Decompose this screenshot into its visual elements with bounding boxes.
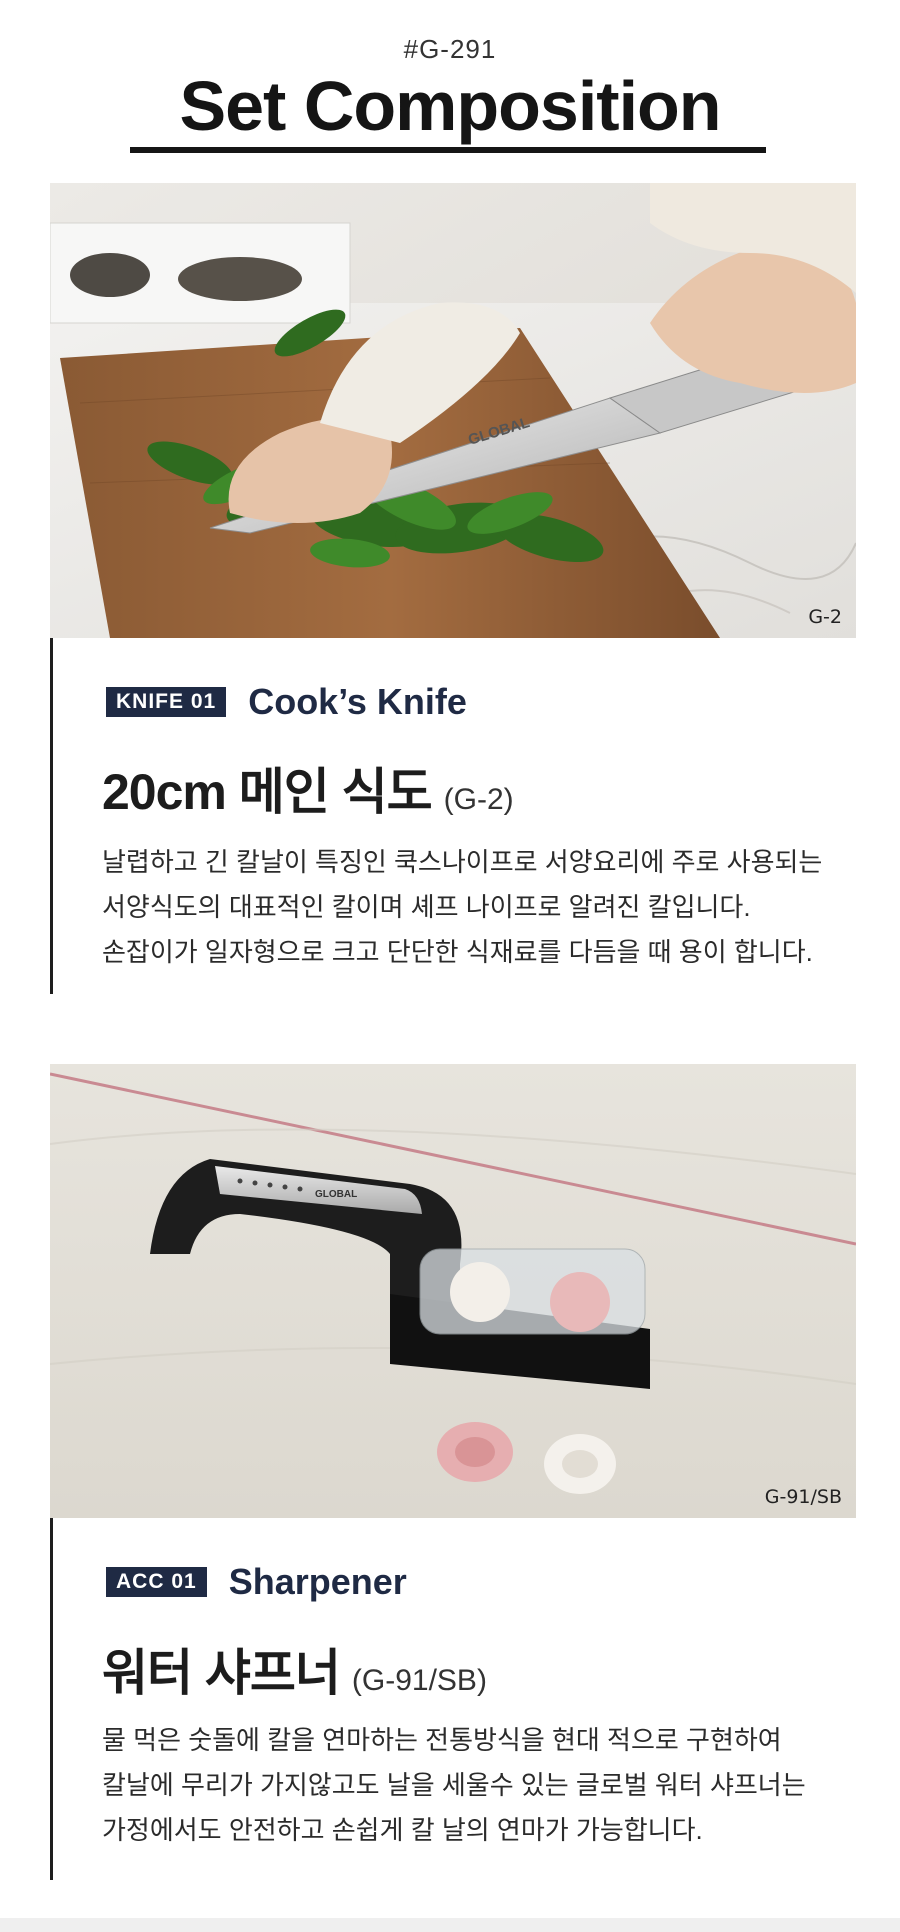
photo-model-tag: G-91/SB [764, 1486, 842, 1508]
product-code: #G-291 [403, 34, 497, 64]
knife-description-line: 서양식도의 대표적인 칼이며 셰프 나이프로 알려진 칼입니다. [102, 892, 751, 922]
knife-label: Cook’s Knife [248, 681, 467, 722]
knife-description-line: 손잡이가 일자형으로 크고 단단한 식재료를 다듬을 때 용이 합니다. [102, 937, 813, 967]
title-underline [130, 147, 766, 153]
knife-product-name: 20cm 메인 식도 (G-2) [102, 752, 514, 824]
sharpener-product-code: (G-91/SB) [351, 1664, 487, 1697]
sharpener-label-row: ACC 01 Sharpener [106, 1561, 407, 1603]
bottom-divider [0, 1918, 900, 1932]
sharpener-brand-print: GLOBAL [315, 1189, 357, 1200]
sharpener-description: 물 먹은 숫돌에 칼을 연마하는 전통방식을 현대 적으로 구현하여 칼날에 무… [102, 1718, 862, 1853]
sharpener-description-line: 가정에서도 안전하고 손쉽게 칼 날의 연마가 가능합니다. [102, 1815, 703, 1845]
sharpener-product-name: 워터 샤프너 (G-91/SB) [102, 1633, 487, 1705]
knife-product-title: 20cm 메인 식도 [102, 764, 433, 820]
knife-product-code: (G-2) [443, 783, 514, 816]
water-sharpener-icon: GLOBAL [50, 1064, 856, 1518]
knife-description: 날렵하고 긴 칼날이 특징인 쿡스나이프로 서양요리에 주로 사용되는 서양식도… [102, 840, 862, 975]
sharpener-description-line: 칼날에 무리가 가지않고도 날을 세울수 있는 글로벌 워터 샤프너는 [102, 1770, 806, 1800]
cooks-knife-photo: GLOBAL G-2 [50, 183, 856, 638]
page-title: Set Composition [179, 67, 721, 145]
knife-description-line: 날렵하고 긴 칼날이 특징인 쿡스나이프로 서양요리에 주로 사용되는 [102, 847, 823, 877]
cooks-knife-cutting-herbs-icon: GLOBAL [50, 183, 856, 638]
product-detail-page: #G-291 Set Composition GLOBAL G-2 KNIFE … [0, 0, 900, 1932]
sharpener-description-line: 물 먹은 숫돌에 칼을 연마하는 전통방식을 현대 적으로 구현하여 [102, 1725, 782, 1755]
sharpener-badge: ACC 01 [106, 1567, 207, 1597]
sharpener-label: Sharpener [228, 1561, 407, 1602]
sharpener-product-title: 워터 샤프너 [102, 1645, 341, 1701]
knife-badge: KNIFE 01 [106, 687, 227, 717]
photo-model-tag: G-2 [808, 606, 842, 628]
sharpener-photo: GLOBAL G-91/SB [50, 1064, 856, 1518]
knife-label-row: KNIFE 01 Cook’s Knife [106, 681, 467, 723]
